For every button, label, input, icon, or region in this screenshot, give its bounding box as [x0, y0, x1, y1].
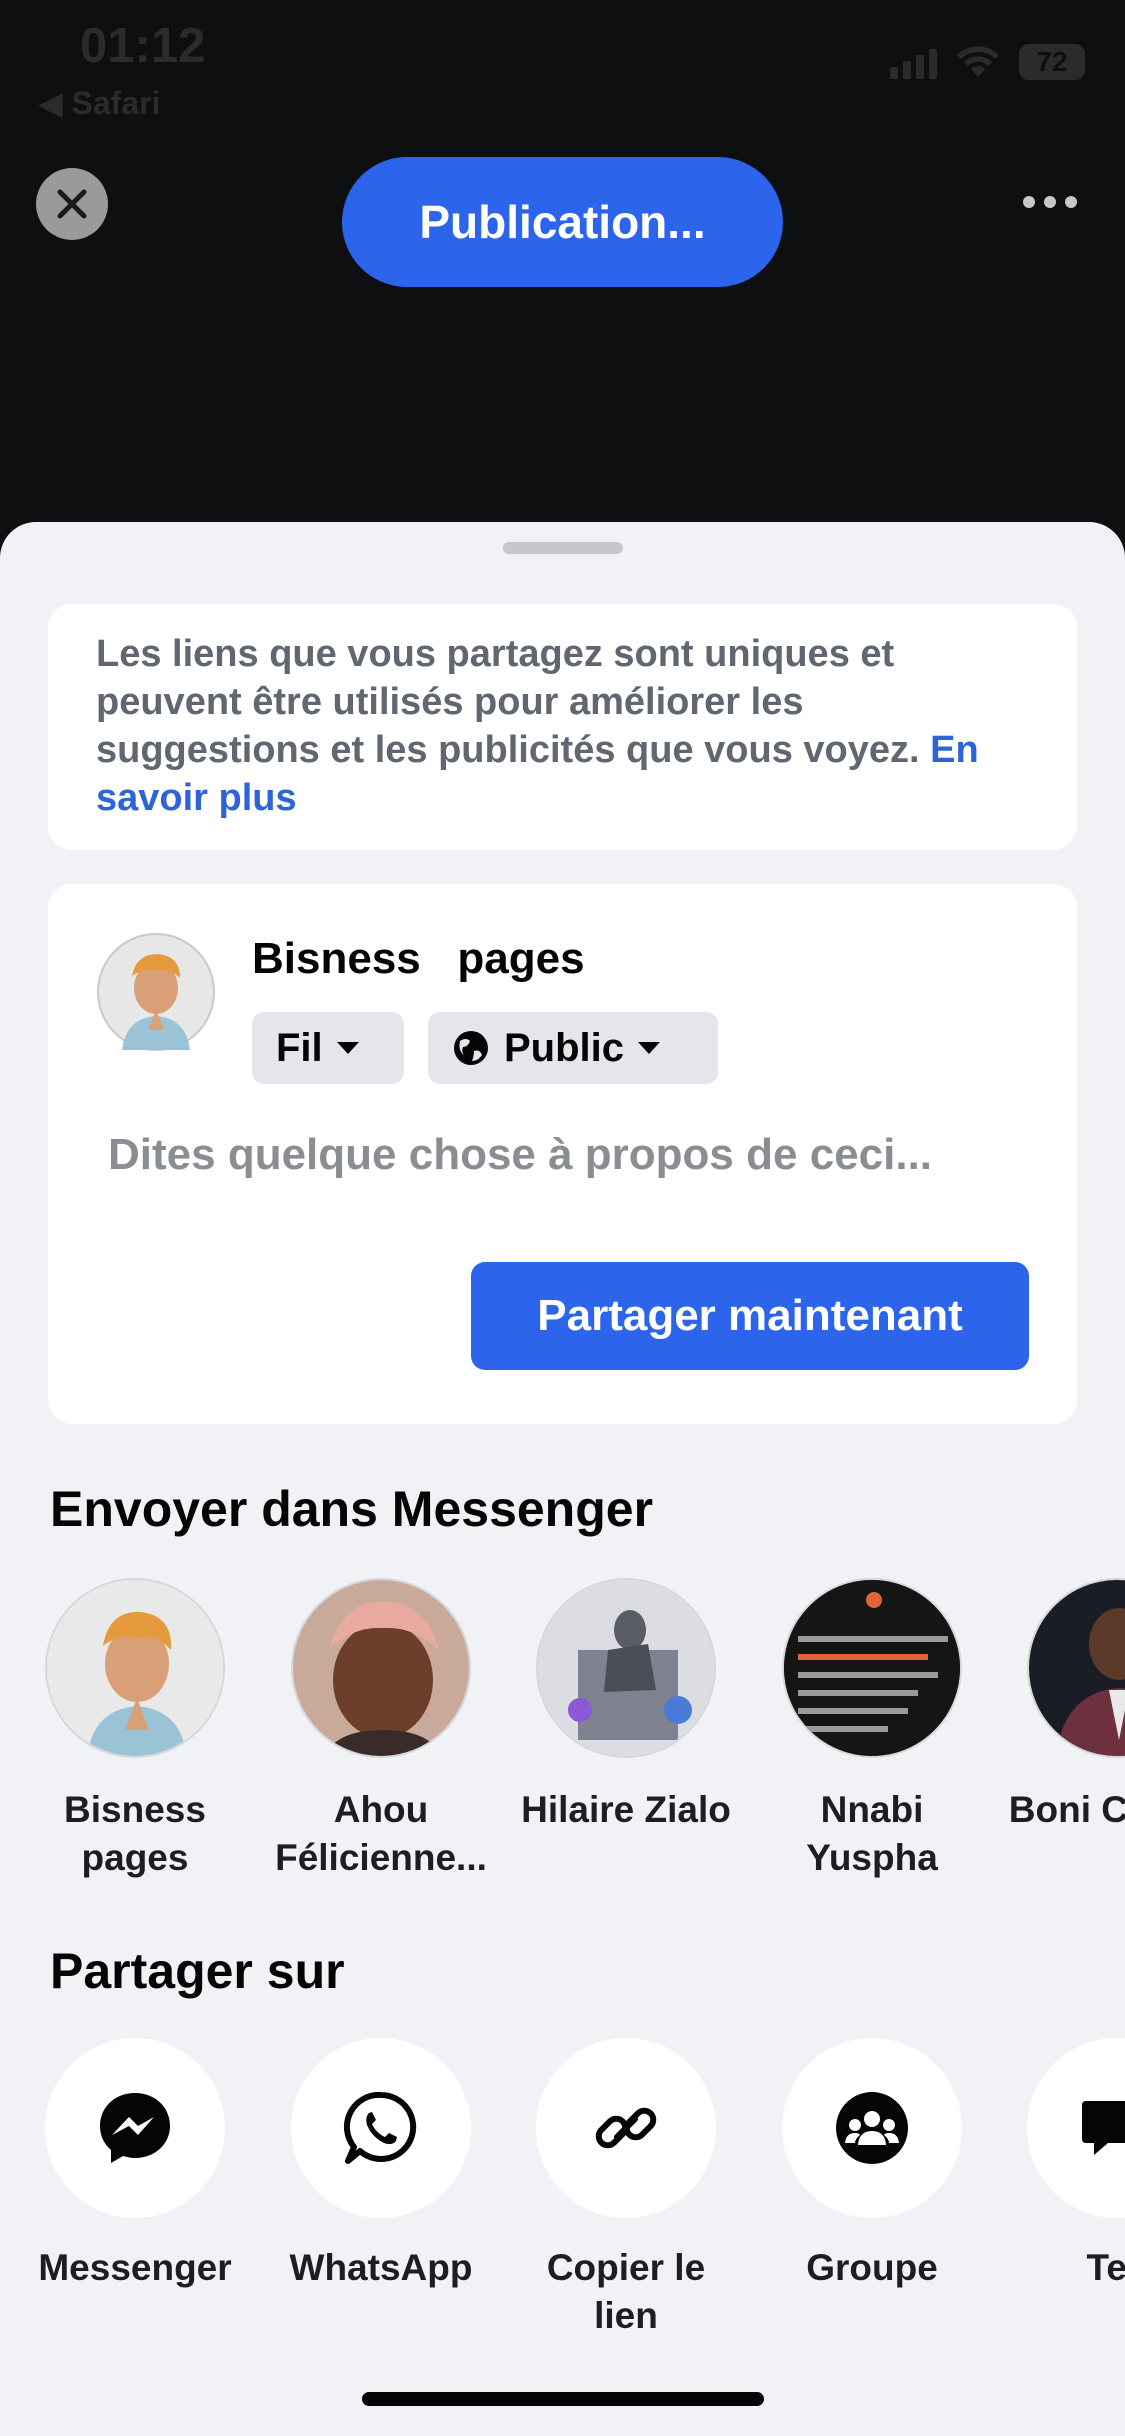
link-icon — [595, 2107, 657, 2149]
contact-name: Nnabi Yuspha — [806, 1789, 938, 1878]
contact-item[interactable]: Nnabi Yuspha — [757, 1578, 987, 1882]
avatar — [291, 1578, 471, 1758]
group-icon — [836, 2092, 908, 2164]
wifi-icon — [957, 46, 999, 77]
contact-item[interactable]: Boni C D'ive — [1002, 1578, 1125, 1834]
avatar — [782, 1578, 962, 1758]
contact-name: Bisness pages — [64, 1789, 206, 1878]
close-button[interactable] — [36, 168, 108, 240]
notice-text: Les liens que vous partagez sont uniques… — [96, 633, 931, 771]
contact-item[interactable]: Ahou Félicienne... — [266, 1578, 496, 1882]
close-icon — [57, 189, 87, 219]
battery-indicator: 72 — [1019, 44, 1085, 80]
avatar — [45, 1578, 225, 1758]
share-sheet: Les liens que vous partagez sont uniques… — [0, 522, 1125, 2436]
messenger-icon — [100, 2093, 170, 2163]
avatar — [536, 1578, 716, 1758]
back-to-safari[interactable]: ◀ Safari — [38, 84, 160, 122]
share-via-text[interactable]: Tex — [1002, 2038, 1125, 2292]
account-name: Bisness pages — [252, 934, 585, 983]
contact-item[interactable]: Hilaire Zialo — [511, 1578, 741, 1834]
share-target-label: Messenger — [38, 2247, 232, 2288]
share-to-messenger[interactable]: Messenger — [20, 2038, 250, 2292]
privacy-selector[interactable]: Public — [428, 1012, 718, 1084]
share-on-section-title: Partager sur — [50, 1943, 345, 1999]
whatsapp-icon — [343, 2091, 417, 2164]
avatar — [96, 932, 216, 1052]
messenger-section-title: Envoyer dans Messenger — [50, 1481, 654, 1537]
publication-status-pill: Publication... — [342, 157, 783, 287]
chevron-down-icon — [336, 1042, 359, 1054]
share-target-label: Groupe — [806, 2247, 938, 2288]
privacy-notice: Les liens que vous partagez sont uniques… — [48, 604, 1077, 850]
globe-icon — [454, 1031, 488, 1065]
share-target-label: Tex — [1086, 2247, 1125, 2288]
share-target-label: Copier le lien — [546, 2247, 706, 2336]
share-target-label: WhatsApp — [289, 2247, 473, 2288]
share-screen: 01:12 ◀ Safari 72 Publication... Les lie… — [0, 0, 1125, 2436]
feed-selector[interactable]: Fil — [252, 1012, 404, 1084]
home-indicator — [362, 2392, 764, 2406]
feed-selector-label: Fil — [276, 1025, 323, 1070]
share-caption-input[interactable]: Dites quelque chose à propos de ceci... — [108, 1130, 932, 1180]
contact-item[interactable]: Bisness pages — [20, 1578, 250, 1882]
contact-name: Hilaire Zialo — [521, 1789, 731, 1830]
contact-name: Ahou Félicienne... — [275, 1789, 487, 1878]
more-options-icon[interactable] — [1023, 196, 1077, 208]
cellular-signal-icon — [890, 45, 937, 79]
status-indicators: 72 — [890, 44, 1085, 80]
text-message-icon — [1082, 2101, 1125, 2155]
share-composer: Bisness pages Fil Public Dites quelque c… — [48, 884, 1077, 1424]
share-now-button[interactable]: Partager maintenant — [471, 1262, 1029, 1370]
sheet-grabber[interactable] — [503, 542, 623, 554]
contact-name: Boni C D'ive — [1008, 1789, 1125, 1830]
status-time: 01:12 — [80, 19, 206, 73]
copy-link-button[interactable]: Copier le lien — [511, 2038, 741, 2340]
chevron-down-icon — [638, 1042, 661, 1054]
share-to-whatsapp[interactable]: WhatsApp — [266, 2038, 496, 2292]
share-to-group[interactable]: Groupe — [757, 2038, 987, 2292]
avatar — [1027, 1578, 1125, 1758]
privacy-selector-label: Public — [504, 1025, 625, 1070]
